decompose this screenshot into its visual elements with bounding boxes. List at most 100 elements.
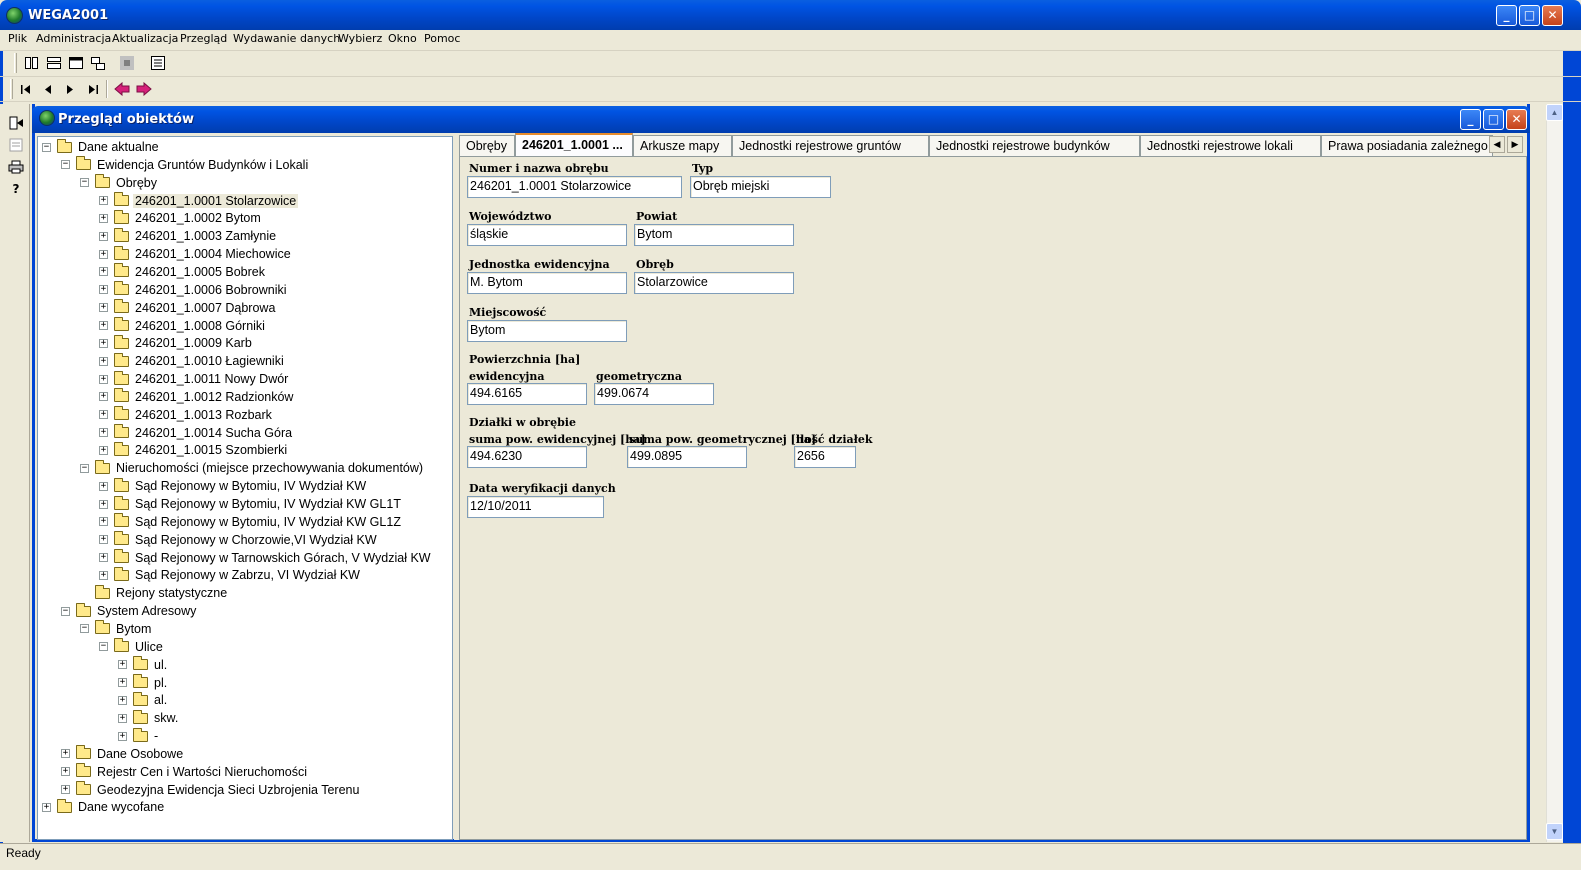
expand-icon[interactable]: +	[118, 660, 127, 670]
tree-item[interactable]: +246201_1.0012 Radzionków	[99, 388, 295, 406]
expand-icon[interactable]: +	[61, 767, 70, 777]
tree-item[interactable]: − Obręby	[80, 174, 159, 192]
tree-item[interactable]: +246201_1.0004 Miechowice	[99, 245, 293, 263]
tree-item[interactable]: − Nieruchomości (miejsce przechowywania d…	[80, 459, 425, 477]
expand-icon[interactable]: +	[99, 338, 108, 348]
child-minimize-button[interactable]: _	[1460, 109, 1481, 130]
expand-icon[interactable]: +	[99, 267, 108, 277]
menu-wydawanie-danych[interactable]: Wydawanie danych	[233, 32, 340, 45]
maximize-button[interactable]: □	[1519, 5, 1540, 26]
toolbar-grip[interactable]	[10, 79, 13, 99]
tree-item[interactable]: +246201_1.0001 Stolarzowice	[99, 192, 299, 210]
tree-item[interactable]: − System Adresowy	[61, 602, 198, 620]
tab-scroll-right-icon[interactable]: ▶	[1507, 136, 1523, 153]
vertical-scrollbar[interactable]	[1546, 104, 1563, 842]
expand-icon[interactable]: +	[99, 517, 108, 527]
back-arrow-icon[interactable]	[112, 79, 132, 99]
print-icon[interactable]	[6, 157, 26, 177]
typ-field[interactable]: Obręb miejski	[690, 176, 831, 198]
expand-icon[interactable]: +	[99, 392, 108, 402]
minimize-button[interactable]: _	[1496, 5, 1517, 26]
expand-icon[interactable]: +	[99, 231, 108, 241]
previous-record-icon[interactable]	[38, 79, 58, 99]
collapse-icon[interactable]: −	[99, 642, 108, 652]
last-record-icon[interactable]	[83, 79, 103, 99]
tree-item[interactable]: +246201_1.0015 Szombierki	[99, 441, 289, 459]
tab-jr-budynkow[interactable]: Jednostki rejestrowe budynków	[929, 135, 1140, 157]
numer-field[interactable]: 246201_1.0001 Stolarzowice	[467, 176, 682, 198]
tab-jr-lokali[interactable]: Jednostki rejestrowe lokali	[1140, 135, 1321, 157]
collapse-icon[interactable]: −	[61, 160, 70, 170]
expand-icon[interactable]: +	[99, 249, 108, 259]
menu-administracja[interactable]: Administracja	[36, 32, 111, 45]
menu-wybierz[interactable]: Wybierz	[338, 32, 382, 45]
expand-icon[interactable]: +	[118, 731, 127, 741]
child-maximize-button[interactable]: □	[1483, 109, 1504, 130]
child-close-button[interactable]: ✕	[1506, 109, 1527, 130]
app-titlebar[interactable]	[0, 0, 1581, 30]
expand-icon[interactable]: +	[99, 570, 108, 580]
tree-item[interactable]: +246201_1.0011 Nowy Dwór	[99, 370, 290, 388]
tree-item[interactable]: + pl.	[118, 674, 169, 692]
first-record-icon[interactable]	[16, 79, 36, 99]
collapse-icon[interactable]: −	[61, 606, 70, 616]
collapse-icon[interactable]: −	[80, 178, 89, 188]
scroll-down-icon[interactable]: ▼	[1546, 823, 1563, 840]
tab-arkusze-mapy[interactable]: Arkusze mapy	[633, 135, 732, 157]
tree-item[interactable]: +246201_1.0003 Zamłynie	[99, 227, 278, 245]
tree-item[interactable]: +246201_1.0005 Bobrek	[99, 263, 267, 281]
expand-icon[interactable]: +	[99, 428, 108, 438]
jednostka-field[interactable]: M. Bytom	[467, 272, 627, 294]
scroll-up-icon[interactable]: ▲	[1546, 104, 1563, 121]
powiat-field[interactable]: Bytom	[634, 224, 794, 246]
expand-icon[interactable]: +	[99, 303, 108, 313]
tree-item[interactable]: + Dane wycofane	[42, 798, 166, 816]
report-icon[interactable]	[6, 135, 26, 155]
expand-icon[interactable]: +	[99, 374, 108, 384]
cascade-icon[interactable]	[88, 53, 108, 73]
ewidencyjna-field[interactable]: 494.6165	[467, 383, 587, 405]
tree-item[interactable]: +246201_1.0010 Łagiewniki	[99, 352, 286, 370]
tree-item[interactable]: + Sąd Rejonowy w Zabrzu, VI Wydział KW	[99, 566, 362, 584]
tile-vertical-icon[interactable]	[22, 53, 42, 73]
window-icon[interactable]	[66, 53, 86, 73]
menu-pomoc[interactable]: Pomoc	[424, 32, 460, 45]
tree-item[interactable]: +246201_1.0007 Dąbrowa	[99, 299, 277, 317]
data-weryfikacji-field[interactable]: 12/10/2011	[467, 496, 604, 518]
tree-item[interactable]: +246201_1.0009 Karb	[99, 334, 254, 352]
collapse-icon[interactable]: −	[42, 142, 51, 152]
arrange-icon[interactable]	[117, 53, 137, 73]
expand-icon[interactable]: +	[99, 356, 108, 366]
menu-przeglad[interactable]: Przegląd	[180, 32, 227, 45]
tree-item[interactable]: + Sąd Rejonowy w Tarnowskich Górach, V Wy…	[99, 549, 433, 567]
tree-item[interactable]: + Sąd Rejonowy w Bytomiu, IV Wydział KW	[99, 477, 368, 495]
tree-item[interactable]: +246201_1.0013 Rozbark	[99, 406, 274, 424]
expand-icon[interactable]: +	[99, 213, 108, 223]
menu-plik[interactable]: Plik	[8, 32, 27, 45]
tab-prawa-posiadania[interactable]: Prawa posiadania zależnego	[1321, 135, 1493, 157]
tree-item[interactable]: + Dane Osobowe	[61, 745, 185, 763]
expand-icon[interactable]: +	[99, 285, 108, 295]
exit-door-icon[interactable]	[6, 113, 26, 133]
tree-item[interactable]: + al.	[118, 691, 169, 709]
menu-okno[interactable]: Okno	[388, 32, 417, 45]
expand-icon[interactable]: +	[99, 481, 108, 491]
collapse-icon[interactable]: −	[80, 463, 89, 473]
tree-item[interactable]: − Bytom	[80, 620, 153, 638]
tree-item[interactable]: − Ulice	[99, 638, 165, 656]
expand-icon[interactable]: +	[99, 553, 108, 563]
suma-ewid-field[interactable]: 494.6230	[467, 446, 587, 468]
tile-horizontal-icon[interactable]	[44, 53, 64, 73]
tree-item[interactable]: + ul.	[118, 656, 169, 674]
tree-item[interactable]: + Sąd Rejonowy w Bytomiu, IV Wydział KW G…	[99, 513, 403, 531]
tree-item[interactable]: + Rejestr Cen i Wartości Nieruchomości	[61, 763, 309, 781]
tree-item[interactable]: + skw.	[118, 709, 180, 727]
properties-icon[interactable]	[148, 53, 168, 73]
tree-item[interactable]: − Ewidencja Gruntów Budynków i Lokali	[61, 156, 310, 174]
expand-icon[interactable]: +	[99, 410, 108, 420]
tree-item[interactable]: +246201_1.0002 Bytom	[99, 209, 263, 227]
help-icon[interactable]: ?	[6, 179, 26, 199]
forward-arrow-icon[interactable]	[134, 79, 154, 99]
tree-item[interactable]: + Geodezyjna Ewidencja Sieci Uzbrojenia T…	[61, 781, 361, 799]
miejscowosc-field[interactable]: Bytom	[467, 320, 627, 342]
